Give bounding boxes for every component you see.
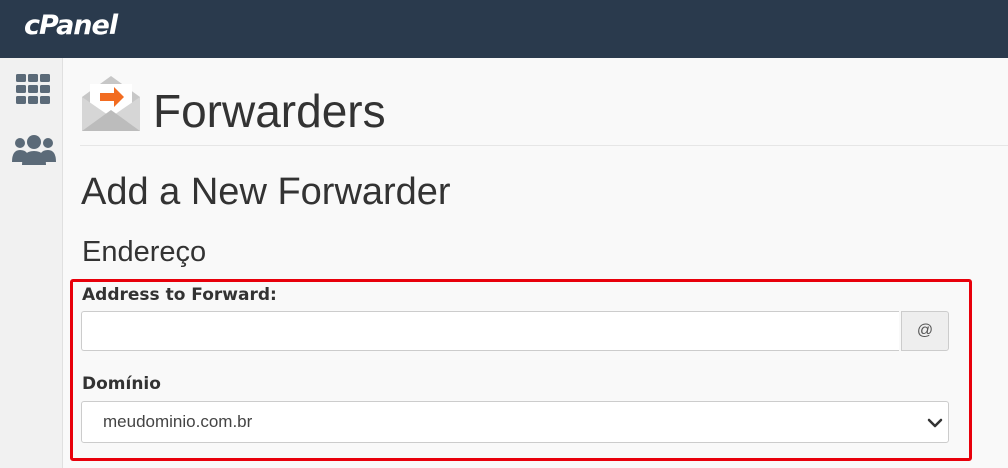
address-label: Address to Forward: (82, 285, 277, 305)
domain-select-value: meudominio.com.br (103, 412, 253, 431)
grid-icon[interactable] (14, 73, 54, 112)
domain-label: Domínio (82, 374, 161, 394)
users-icon[interactable] (11, 134, 57, 171)
page-title: Forwarders (153, 85, 386, 137)
main-content: Forwarders Add a New Forwarder Endereço … (63, 58, 1008, 468)
section-title: Add a New Forwarder (81, 171, 451, 213)
at-addon: @ (901, 311, 949, 351)
cpanel-logo[interactable]: cPanel (24, 10, 118, 41)
top-bar: cPanel (0, 0, 1008, 58)
sidebar (0, 58, 63, 468)
email-forward-icon (80, 73, 142, 138)
chevron-down-icon (927, 416, 943, 434)
title-divider (80, 145, 1008, 146)
address-input[interactable] (81, 311, 899, 351)
subsection-title: Endereço (82, 236, 207, 268)
domain-select[interactable]: meudominio.com.br (81, 401, 949, 443)
